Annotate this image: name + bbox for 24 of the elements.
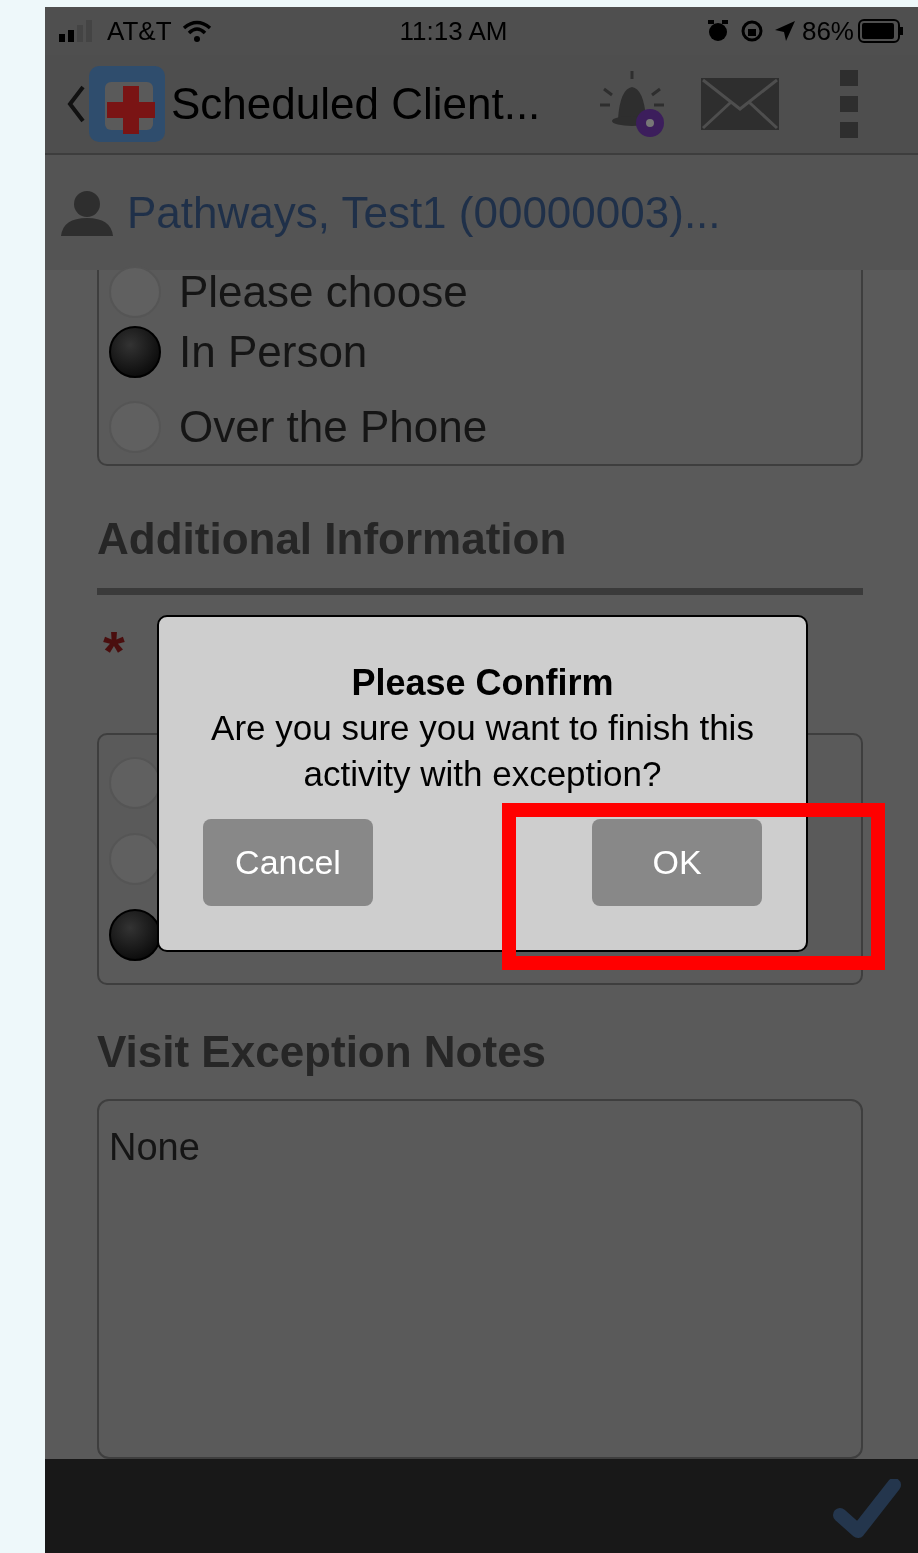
battery-icon <box>858 19 904 43</box>
wifi-icon <box>181 20 212 42</box>
dialog-message: Are you sure you want to finish this activity with exception? <box>210 707 755 795</box>
radio-label: In Person <box>179 329 368 374</box>
rotation-lock-icon <box>739 19 764 43</box>
medical-cross-logo-icon <box>89 66 165 142</box>
alarm-icon <box>705 19 730 43</box>
screen-title: Scheduled Client... <box>171 78 541 130</box>
more-menu-icon[interactable] <box>840 70 858 138</box>
radio-button[interactable] <box>109 325 161 378</box>
radio-label: Please choose <box>179 270 468 314</box>
dialog-title: Please Confirm <box>351 661 614 705</box>
notes-textarea[interactable]: None <box>97 1099 863 1459</box>
envelope-icon[interactable] <box>700 77 780 131</box>
cancel-button[interactable]: Cancel <box>203 819 373 906</box>
required-asterisk: * <box>103 619 125 682</box>
ok-button[interactable]: OK <box>592 819 762 906</box>
battery-percent-text: 86% <box>801 14 854 48</box>
radio-label: Over the Phone <box>179 404 488 449</box>
back-chevron-icon[interactable] <box>65 84 87 124</box>
clock-text: 11:13 AM <box>399 14 508 48</box>
person-icon <box>59 189 115 236</box>
location-arrow-icon <box>773 20 796 42</box>
carrier-text: AT&T <box>107 14 172 48</box>
